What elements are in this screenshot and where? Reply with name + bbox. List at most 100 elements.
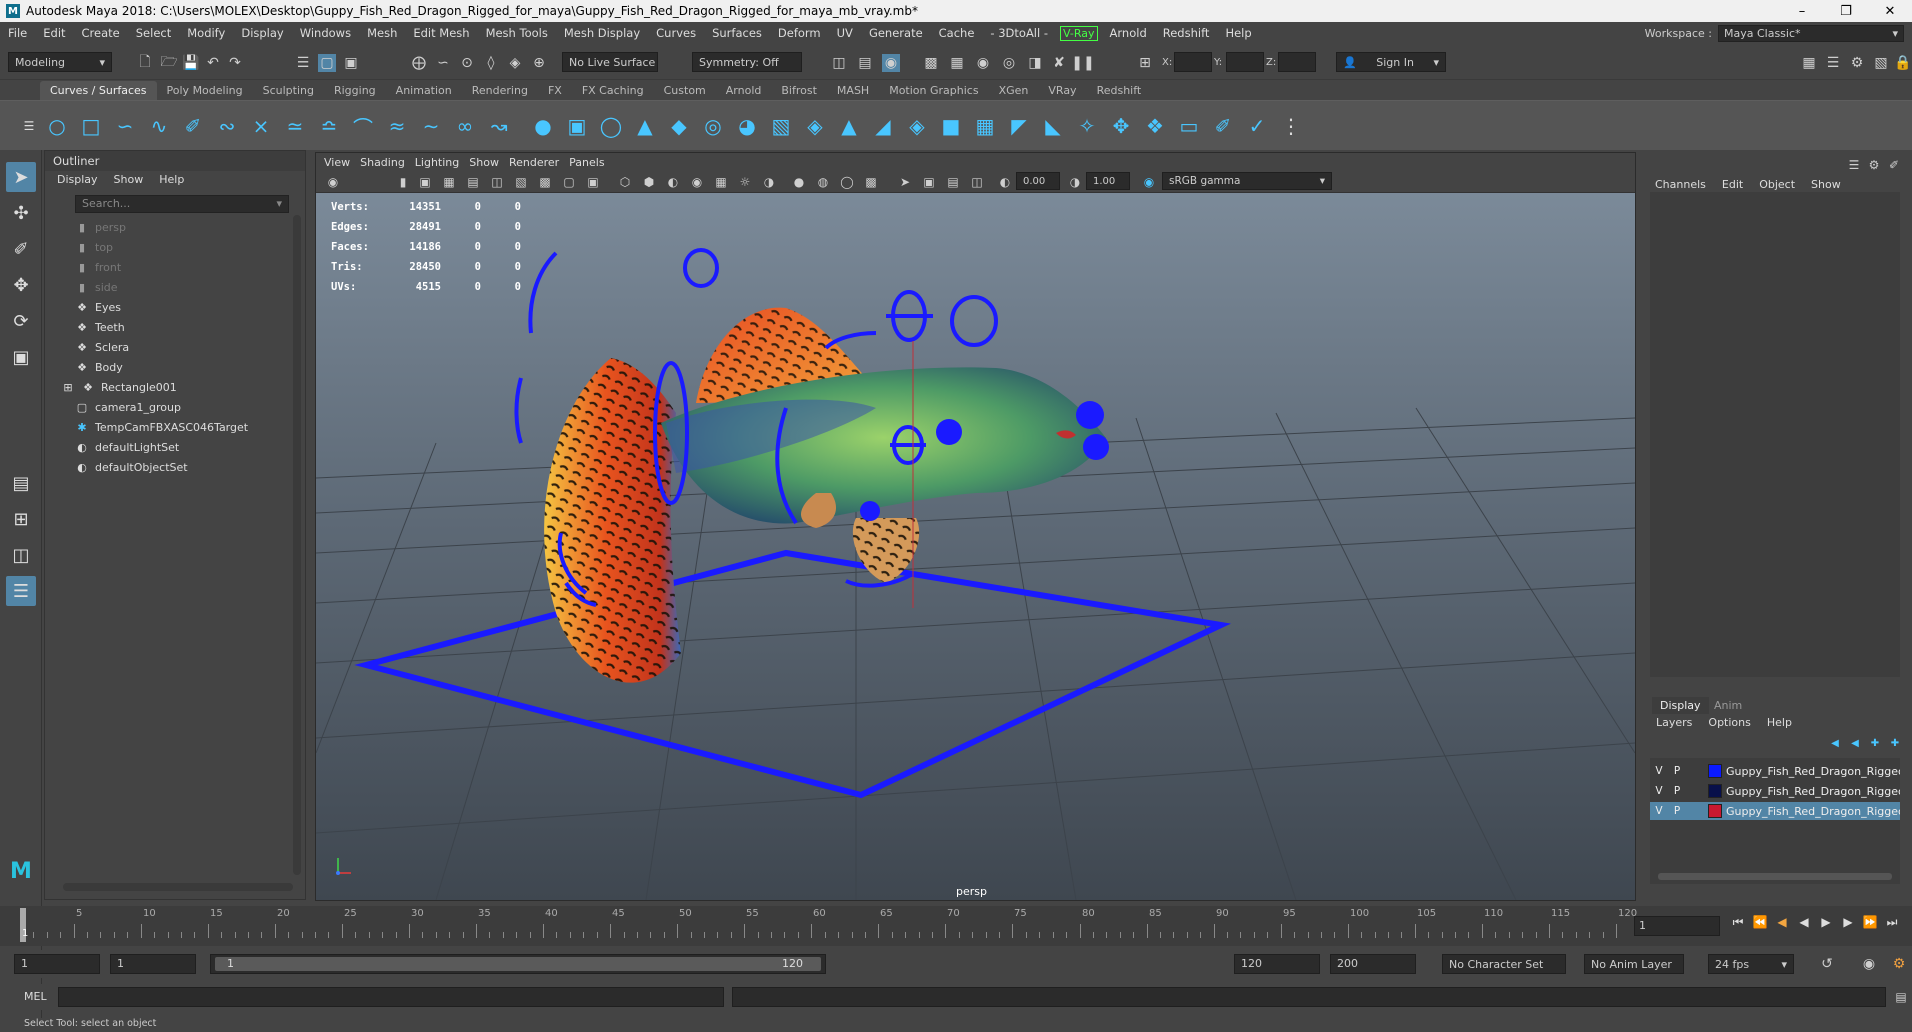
outliner-item-default-light-set[interactable]: ◐ defaultLightSet [75, 437, 179, 457]
color-space-dropdown[interactable]: sRGB gamma ▾ [1162, 172, 1332, 190]
close-button[interactable]: ✕ [1868, 0, 1912, 22]
outliner-layout-icon[interactable]: ☰ [6, 576, 36, 606]
nurbs-cone-icon[interactable]: ▲ [632, 113, 658, 139]
layer-name[interactable]: Guppy_Fish_Red_Dragon_Rigged [1726, 805, 1900, 818]
square-surface-icon[interactable]: ▦ [972, 113, 998, 139]
tab-mash[interactable]: MASH [827, 81, 879, 100]
outliner-item-side[interactable]: ▮ side [75, 277, 118, 297]
viewport-menu-panels[interactable]: Panels [569, 156, 614, 169]
tool-settings-toggle-icon[interactable]: ✐ [1885, 156, 1903, 174]
shelf-scroll-icon[interactable]: ⋮ [1278, 113, 1304, 139]
menu-surfaces[interactable]: Surfaces [704, 26, 770, 40]
shadows-icon[interactable]: ◑ [760, 173, 778, 191]
maximize-button[interactable]: ❐ [1824, 0, 1868, 22]
pelvic-control[interactable] [860, 501, 880, 521]
untrim-icon[interactable]: ✥ [1108, 113, 1134, 139]
lights-icon[interactable]: ☼ [736, 173, 754, 191]
snap-plane-icon[interactable]: ◊ [482, 54, 500, 72]
rotate-tool-icon[interactable]: ⟳ [6, 306, 36, 336]
isolate-select-icon[interactable]: ➤ [896, 173, 914, 191]
smooth-shade-icon[interactable]: ⬢ [640, 173, 658, 191]
viewport-menu-renderer[interactable]: Renderer [509, 156, 569, 169]
outliner-search-input[interactable]: Search... ▾ [75, 195, 289, 213]
rebuild-curve-icon[interactable]: ≈ [384, 113, 410, 139]
wireframe-icon[interactable]: ⬡ [616, 173, 634, 191]
step-forward-key-icon[interactable]: ⏩ [1862, 914, 1878, 930]
outliner-item-camera1-group[interactable]: ▢ camera1_group [75, 397, 181, 417]
outliner-vertical-scrollbar[interactable] [293, 215, 301, 875]
animation-end-field[interactable]: 200 [1330, 954, 1416, 974]
symmetry-dropdown[interactable]: Symmetry: Off [692, 52, 802, 72]
menu-uv[interactable]: UV [829, 26, 861, 40]
outliner-item-eyes[interactable]: ❖ Eyes [75, 297, 121, 317]
outliner-item-sclera[interactable]: ❖ Sclera [75, 337, 129, 357]
nurbs-circle-icon[interactable]: ○ [44, 113, 70, 139]
xray-icon[interactable]: ◉ [688, 173, 706, 191]
go-to-end-icon[interactable]: ⏭ [1884, 914, 1900, 930]
tab-arnold[interactable]: Arnold [716, 81, 772, 100]
eye-control[interactable] [936, 419, 962, 445]
snap-surface-icon[interactable]: ◈ [506, 54, 524, 72]
vray-framebuffer-icon[interactable]: ◨ [1026, 54, 1044, 72]
scale-tool-icon[interactable]: ▣ [6, 342, 36, 372]
tab-sculpting[interactable]: Sculpting [253, 81, 324, 100]
menu-mesh[interactable]: Mesh [359, 26, 405, 40]
menu-create[interactable]: Create [74, 26, 128, 40]
ep-curve-icon[interactable]: ∿ [146, 113, 172, 139]
script-editor-icon[interactable]: ▤ [1892, 988, 1910, 1006]
y-field[interactable] [1226, 52, 1264, 72]
safe-title-icon[interactable]: ▣ [584, 173, 602, 191]
viewport-menu-show[interactable]: Show [469, 156, 509, 169]
attribute-editor-toggle-icon[interactable]: ⚙ [1865, 156, 1883, 174]
dorsal-ring-control[interactable] [683, 248, 719, 288]
attach-surfaces-icon[interactable]: ❖ [1142, 113, 1168, 139]
range-slider-handle[interactable]: 1 120 [215, 957, 821, 971]
viewport-menu-view[interactable]: View [324, 156, 360, 169]
loop-icon[interactable]: ↺ [1818, 955, 1836, 973]
expand-icon[interactable]: ⊞ [61, 381, 75, 394]
menu-select[interactable]: Select [128, 26, 179, 40]
two-view-layout-icon[interactable]: ◫ [6, 540, 36, 570]
auto-key-icon[interactable]: ◉ [1860, 955, 1878, 973]
gamma-field[interactable]: 1.00 [1086, 172, 1130, 190]
menu-curves[interactable]: Curves [648, 26, 704, 40]
hypershade-icon[interactable]: ◉ [974, 54, 992, 72]
surface-fillet-icon[interactable]: ✓ [1244, 113, 1270, 139]
preferences-icon[interactable]: ⚙ [1890, 955, 1908, 973]
channel-box-toggle-icon[interactable]: ▧ [1872, 54, 1890, 72]
layer-playback-toggle[interactable]: P [1668, 765, 1686, 777]
render-view-icon[interactable]: ▤ [856, 54, 874, 72]
z-field[interactable] [1278, 52, 1316, 72]
gamma-icon[interactable]: ◑ [1066, 173, 1084, 191]
play-forward-icon[interactable]: ▶ [1818, 914, 1834, 930]
command-input[interactable] [58, 987, 724, 1007]
layer-tab-display[interactable]: Display [1652, 697, 1709, 714]
layer-horizontal-scrollbar[interactable] [1658, 873, 1892, 880]
outliner-item-rectangle001[interactable]: ⊞ ❖ Rectangle001 [61, 377, 176, 397]
menu-cache[interactable]: Cache [931, 26, 983, 40]
layer-name[interactable]: Guppy_Fish_Red_Dragon_Rigged [1726, 785, 1900, 798]
go-to-start-icon[interactable]: ⏮ [1730, 914, 1746, 930]
menu-help[interactable]: Help [1217, 26, 1259, 40]
select-component-icon[interactable]: ▣ [342, 54, 360, 72]
history-icon[interactable]: ◫ [830, 54, 848, 72]
tab-curves-surfaces[interactable]: Curves / Surfaces [40, 81, 157, 100]
tab-fx[interactable]: FX [538, 81, 572, 100]
trim-tool-icon[interactable]: ✧ [1074, 113, 1100, 139]
outliner-item-tempcam-target[interactable]: ✱ TempCamFBXASC046Target [75, 417, 248, 437]
backface-cull-icon[interactable]: ◫ [968, 173, 986, 191]
layer-tab-anim[interactable]: Anim [1706, 697, 1750, 714]
lock-icon[interactable]: 🔒 [1894, 54, 1912, 72]
wireframe-on-shaded-icon[interactable]: ◐ [664, 173, 682, 191]
tail-arc-control-top[interactable] [528, 251, 558, 334]
fps-dropdown[interactable]: 24 fps ▾ [1708, 954, 1794, 974]
playback-end-field[interactable]: 120 [1234, 954, 1320, 974]
textured-icon[interactable]: ▦ [712, 173, 730, 191]
menu-windows[interactable]: Windows [292, 26, 359, 40]
redo-icon[interactable]: ↷ [226, 54, 244, 72]
tab-bifrost[interactable]: Bifrost [771, 81, 827, 100]
new-layer-icon[interactable]: ✚ [1866, 734, 1884, 752]
open-scene-icon[interactable]: 🗁 [160, 54, 178, 72]
gate-mask-icon[interactable]: ▧ [512, 173, 530, 191]
exposure-field[interactable]: 0.00 [1016, 172, 1060, 190]
